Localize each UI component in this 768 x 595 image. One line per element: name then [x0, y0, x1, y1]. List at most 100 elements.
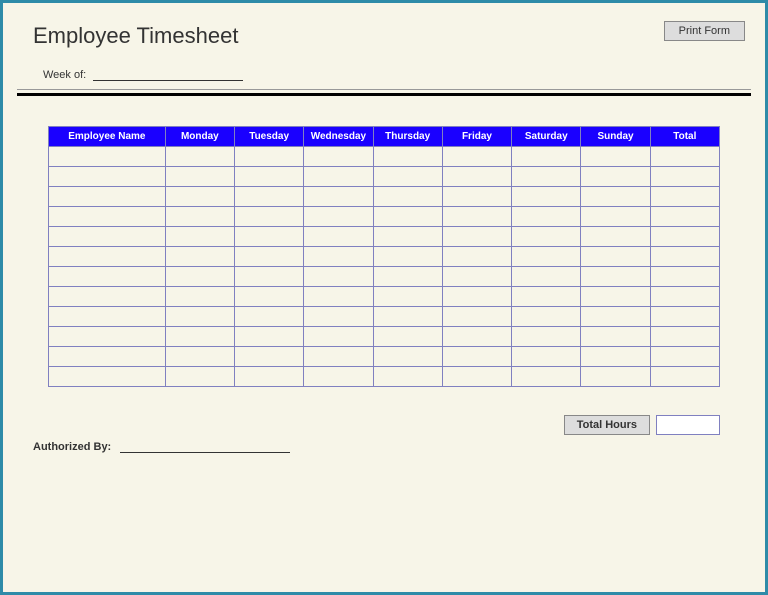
- table-cell[interactable]: [373, 327, 442, 347]
- table-cell[interactable]: [512, 327, 581, 347]
- table-cell[interactable]: [49, 207, 166, 227]
- table-cell[interactable]: [512, 227, 581, 247]
- table-cell[interactable]: [512, 267, 581, 287]
- table-cell[interactable]: [373, 167, 442, 187]
- total-hours-value[interactable]: [656, 415, 720, 435]
- table-cell[interactable]: [650, 207, 719, 227]
- table-cell[interactable]: [304, 167, 373, 187]
- table-cell[interactable]: [650, 307, 719, 327]
- table-cell[interactable]: [234, 307, 303, 327]
- table-cell[interactable]: [304, 307, 373, 327]
- table-cell[interactable]: [373, 307, 442, 327]
- table-cell[interactable]: [581, 367, 650, 387]
- table-cell[interactable]: [234, 347, 303, 367]
- table-cell[interactable]: [304, 227, 373, 247]
- table-cell[interactable]: [442, 347, 511, 367]
- table-cell[interactable]: [304, 327, 373, 347]
- table-cell[interactable]: [650, 327, 719, 347]
- table-cell[interactable]: [373, 287, 442, 307]
- table-cell[interactable]: [165, 347, 234, 367]
- table-cell[interactable]: [165, 187, 234, 207]
- table-cell[interactable]: [512, 147, 581, 167]
- table-cell[interactable]: [581, 187, 650, 207]
- table-cell[interactable]: [581, 247, 650, 267]
- table-cell[interactable]: [234, 367, 303, 387]
- table-cell[interactable]: [650, 227, 719, 247]
- table-cell[interactable]: [49, 247, 166, 267]
- table-cell[interactable]: [650, 267, 719, 287]
- table-cell[interactable]: [442, 167, 511, 187]
- table-cell[interactable]: [234, 327, 303, 347]
- table-cell[interactable]: [234, 167, 303, 187]
- table-cell[interactable]: [581, 147, 650, 167]
- table-cell[interactable]: [373, 367, 442, 387]
- table-cell[interactable]: [581, 167, 650, 187]
- table-cell[interactable]: [442, 267, 511, 287]
- table-cell[interactable]: [581, 327, 650, 347]
- table-cell[interactable]: [373, 347, 442, 367]
- table-cell[interactable]: [165, 367, 234, 387]
- table-cell[interactable]: [304, 267, 373, 287]
- table-cell[interactable]: [442, 367, 511, 387]
- table-cell[interactable]: [373, 247, 442, 267]
- table-cell[interactable]: [234, 247, 303, 267]
- table-cell[interactable]: [442, 207, 511, 227]
- table-cell[interactable]: [49, 367, 166, 387]
- table-cell[interactable]: [512, 187, 581, 207]
- table-cell[interactable]: [234, 227, 303, 247]
- table-cell[interactable]: [49, 147, 166, 167]
- table-cell[interactable]: [234, 187, 303, 207]
- table-cell[interactable]: [581, 287, 650, 307]
- table-cell[interactable]: [165, 267, 234, 287]
- table-cell[interactable]: [165, 147, 234, 167]
- table-cell[interactable]: [442, 327, 511, 347]
- table-cell[interactable]: [49, 227, 166, 247]
- table-cell[interactable]: [234, 267, 303, 287]
- table-cell[interactable]: [512, 307, 581, 327]
- table-cell[interactable]: [650, 247, 719, 267]
- table-cell[interactable]: [165, 207, 234, 227]
- table-cell[interactable]: [49, 167, 166, 187]
- table-cell[interactable]: [373, 207, 442, 227]
- table-cell[interactable]: [442, 147, 511, 167]
- table-cell[interactable]: [650, 347, 719, 367]
- table-cell[interactable]: [165, 307, 234, 327]
- table-cell[interactable]: [304, 147, 373, 167]
- table-cell[interactable]: [49, 187, 166, 207]
- table-cell[interactable]: [49, 267, 166, 287]
- print-form-button[interactable]: Print Form: [664, 21, 745, 41]
- table-cell[interactable]: [304, 347, 373, 367]
- table-cell[interactable]: [304, 287, 373, 307]
- table-cell[interactable]: [234, 287, 303, 307]
- table-cell[interactable]: [49, 307, 166, 327]
- table-cell[interactable]: [442, 227, 511, 247]
- week-of-input[interactable]: [93, 67, 243, 81]
- table-cell[interactable]: [581, 207, 650, 227]
- table-cell[interactable]: [581, 347, 650, 367]
- table-cell[interactable]: [442, 307, 511, 327]
- table-cell[interactable]: [373, 147, 442, 167]
- table-cell[interactable]: [304, 207, 373, 227]
- table-cell[interactable]: [512, 367, 581, 387]
- table-cell[interactable]: [165, 227, 234, 247]
- table-cell[interactable]: [304, 187, 373, 207]
- table-cell[interactable]: [165, 327, 234, 347]
- table-cell[interactable]: [581, 227, 650, 247]
- table-cell[interactable]: [512, 287, 581, 307]
- table-cell[interactable]: [581, 307, 650, 327]
- authorized-by-input[interactable]: [120, 441, 290, 453]
- table-cell[interactable]: [512, 347, 581, 367]
- table-cell[interactable]: [442, 287, 511, 307]
- table-cell[interactable]: [373, 227, 442, 247]
- table-cell[interactable]: [650, 147, 719, 167]
- table-cell[interactable]: [512, 167, 581, 187]
- table-cell[interactable]: [512, 247, 581, 267]
- table-cell[interactable]: [650, 167, 719, 187]
- table-cell[interactable]: [442, 187, 511, 207]
- table-cell[interactable]: [581, 267, 650, 287]
- table-cell[interactable]: [442, 247, 511, 267]
- table-cell[interactable]: [650, 367, 719, 387]
- table-cell[interactable]: [49, 327, 166, 347]
- table-cell[interactable]: [512, 207, 581, 227]
- table-cell[interactable]: [373, 187, 442, 207]
